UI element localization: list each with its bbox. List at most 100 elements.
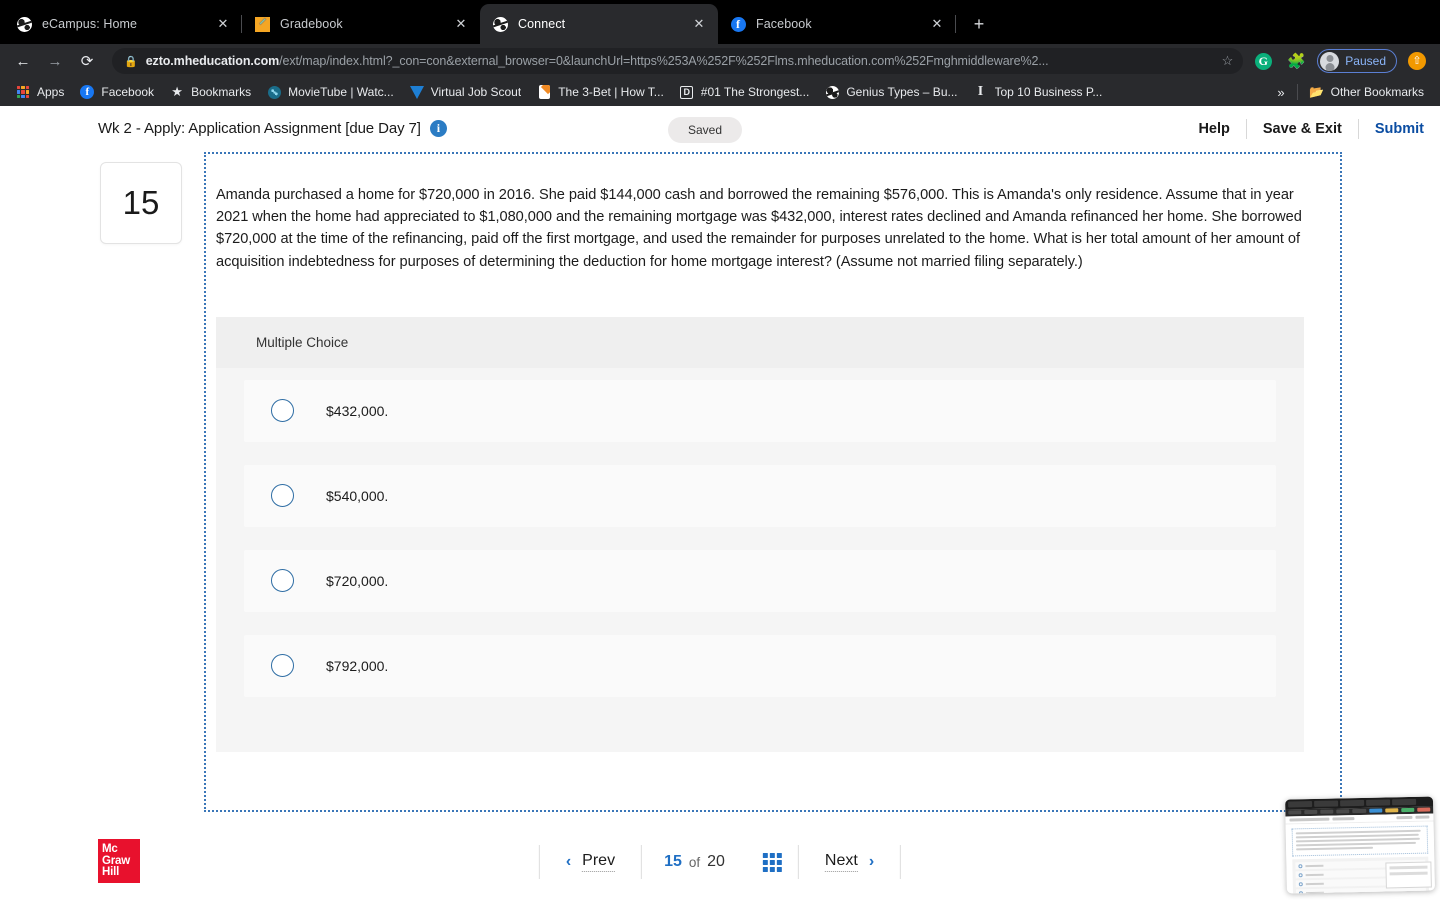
forward-button[interactable]: → (42, 48, 68, 74)
close-icon[interactable]: ✕ (688, 13, 710, 35)
bookmark-label: Genius Types – Bu... (846, 85, 958, 99)
status-badge: Saved (668, 117, 743, 143)
globe-icon (16, 16, 32, 32)
tab-title: Gradebook (280, 17, 343, 31)
tab-title: Connect (518, 17, 566, 31)
submit-button[interactable]: Submit (1359, 121, 1424, 137)
bookmark-apps[interactable]: Apps (8, 82, 72, 102)
address-bar-url: ezto.mheducation.com/ext/map/index.html?… (146, 54, 1216, 68)
grid-icon[interactable] (762, 852, 782, 872)
bookmark-the-strongest[interactable]: D #01 The Strongest... (672, 82, 818, 102)
tab-divider (955, 15, 956, 33)
close-icon[interactable]: ✕ (926, 13, 948, 35)
close-icon[interactable]: ✕ (212, 13, 234, 35)
url-domain: ezto.mheducation.com (145, 54, 280, 68)
back-button[interactable]: ← (10, 48, 36, 74)
folder-icon: 📂 (1309, 85, 1325, 99)
next-question-button[interactable]: Next › (799, 852, 900, 872)
facebook-icon: f (80, 85, 95, 99)
tab-title: eCampus: Home (42, 17, 138, 31)
movietube-icon (267, 85, 281, 99)
prev-question-button[interactable]: ‹ Prev (540, 852, 641, 872)
logo-line-3: Hill (102, 866, 120, 878)
radio-button[interactable] (271, 484, 294, 508)
bookmark-label: MovieTube | Watc... (288, 85, 394, 99)
bookmark-movietube[interactable]: MovieTube | Watc... (259, 82, 402, 102)
new-tab-button[interactable]: + (964, 9, 994, 39)
option-label: $432,000. (326, 402, 389, 419)
header-actions: Help Save & Exit Submit (1182, 118, 1424, 139)
page-title: Wk 2 - Apply: Application Assignment [du… (98, 120, 421, 137)
question-type-label: Multiple Choice (216, 316, 1304, 368)
browser-tab-ecampus-home[interactable]: eCampus: Home ✕ (4, 4, 242, 44)
help-button[interactable]: Help (1182, 121, 1245, 137)
logo-line-1: Mc (102, 843, 118, 855)
browser-tab-facebook[interactable]: f Facebook ✕ (718, 4, 956, 44)
other-bookmarks-label: Other Bookmarks (1330, 85, 1424, 99)
radio-button[interactable] (271, 399, 294, 423)
text-cursor-icon: I (977, 84, 984, 99)
bookmark-label: The 3-Bet | How T... (558, 85, 664, 99)
pencil-icon (254, 16, 270, 32)
assignment-header: Wk 2 - Apply: Application Assignment [du… (0, 106, 1440, 152)
radio-button[interactable] (271, 569, 294, 593)
question-panel: Amanda purchased a home for $720,000 in … (204, 152, 1342, 812)
of-label: of (688, 854, 701, 870)
options-list: $432,000. $540,000. $720,000. $792,000. (216, 368, 1304, 697)
star-icon: ★ (171, 84, 183, 99)
browser-tab-gradebook[interactable]: Gradebook ✕ (242, 4, 480, 44)
info-icon[interactable]: i (429, 120, 447, 137)
chevron-left-icon: ‹ (565, 853, 572, 870)
chevron-right-icon: › (868, 853, 875, 870)
option-row[interactable]: $540,000. (244, 464, 1276, 527)
prev-label: Prev (582, 852, 616, 872)
screen-share-preview-thumbnail[interactable] (1285, 796, 1435, 894)
bookmark-bookmarks[interactable]: ★ Bookmarks (162, 82, 259, 102)
bookmarks-right-group: » 📂 Other Bookmarks (1269, 82, 1432, 102)
grammarly-extension-icon[interactable]: G (1250, 48, 1276, 74)
bookmark-facebook[interactable]: f Facebook (72, 82, 162, 102)
next-label: Next (824, 852, 858, 872)
bookmark-virtual-job-scout[interactable]: Virtual Job Scout (402, 82, 530, 102)
bookmark-label: #01 The Strongest... (700, 85, 810, 99)
option-row[interactable]: $720,000. (244, 549, 1276, 612)
browser-update-icon[interactable]: ⇧ (1404, 48, 1430, 74)
question-pager: ‹ Prev 15 of 20 Next › (538, 838, 902, 886)
answer-choices-block: Multiple Choice $432,000. $540,000. $720… (216, 316, 1304, 752)
profile-status-label: Paused (1345, 54, 1386, 68)
avatar (1320, 51, 1340, 71)
extensions-icon[interactable]: 🧩 (1283, 48, 1309, 74)
save-and-exit-button[interactable]: Save & Exit (1247, 121, 1358, 137)
browser-tab-connect[interactable]: Connect ✕ (480, 4, 718, 44)
other-bookmarks-button[interactable]: 📂 Other Bookmarks (1302, 82, 1432, 102)
total-pages: 20 (707, 853, 725, 870)
option-row[interactable]: $432,000. (244, 379, 1276, 442)
question-text: Amanda purchased a home for $720,000 in … (216, 187, 1302, 270)
profile-button[interactable]: Paused (1317, 49, 1397, 73)
divider (900, 845, 902, 879)
bookmark-genius-types[interactable]: Genius Types – Bu... (817, 82, 965, 102)
divider (1296, 84, 1298, 100)
card-icon (537, 85, 551, 99)
bookmarks-overflow-button[interactable]: » (1269, 85, 1292, 100)
page-footer: Mc Graw Hill Education ‹ Prev 15 of 20 N… (0, 828, 1440, 900)
bookmark-label: Bookmarks (191, 85, 252, 99)
radio-button[interactable] (271, 654, 294, 678)
reload-button[interactable]: ⟳ (74, 48, 100, 74)
browser-chrome: eCampus: Home ✕ Gradebook ✕ Connect ✕ f … (0, 0, 1440, 106)
logo-line-4: Education (102, 881, 139, 891)
close-icon[interactable]: ✕ (450, 13, 472, 35)
page-counter: 15 of 20 (642, 853, 747, 871)
option-label: $720,000. (326, 572, 389, 589)
facebook-icon: f (730, 16, 746, 32)
address-bar[interactable]: 🔒 ezto.mheducation.com/ext/map/index.htm… (112, 48, 1244, 74)
bookmark-the-3-bet[interactable]: The 3-Bet | How T... (529, 82, 672, 102)
lock-icon: 🔒 (124, 55, 138, 68)
bookmark-top-10-business[interactable]: I Top 10 Business P... (966, 82, 1111, 102)
option-row[interactable]: $792,000. (244, 634, 1276, 697)
option-label: $792,000. (326, 657, 389, 674)
globe-icon (492, 16, 508, 32)
bookmark-star-icon[interactable]: ☆ (1222, 53, 1234, 69)
grammarly-badge: G (1254, 52, 1272, 70)
bookmark-label: Apps (37, 85, 65, 99)
